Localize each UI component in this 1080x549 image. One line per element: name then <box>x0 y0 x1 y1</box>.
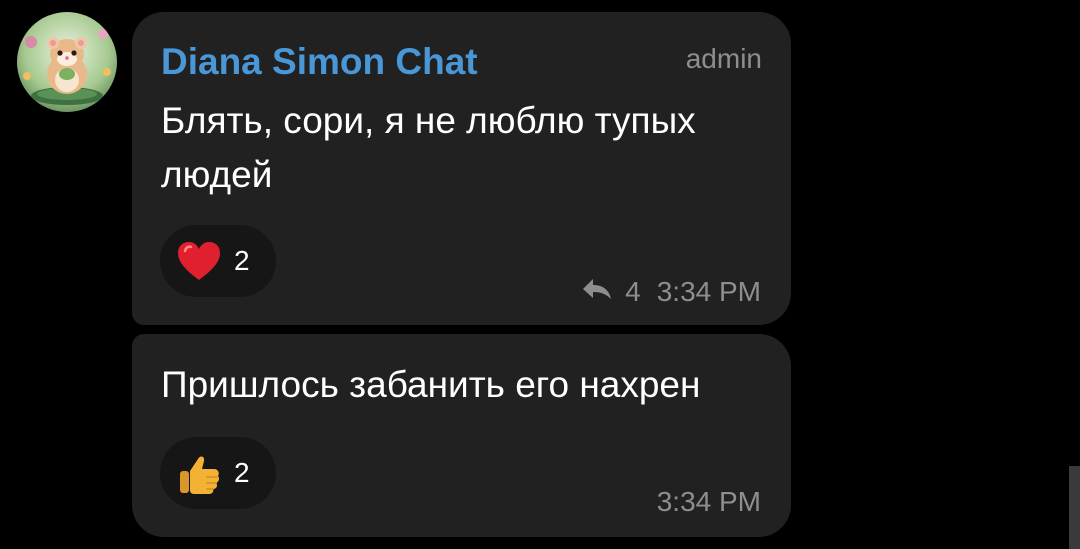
sender-name[interactable]: Diana Simon Chat <box>161 40 478 84</box>
reaction-count: 2 <box>234 457 250 488</box>
message-time: 3:34 PM <box>656 276 761 307</box>
hamster-avatar-icon <box>17 12 117 112</box>
chat-screen: Diana Simon Chat admin Блять, сори, я не… <box>0 0 1080 549</box>
message-meta: 4 3:34 PM <box>581 275 761 309</box>
message-bubble[interactable]: Diana Simon Chat admin Блять, сори, я не… <box>132 12 791 325</box>
reaction-chip-heart[interactable]: 2 <box>160 225 276 297</box>
admin-badge: admin <box>685 43 762 74</box>
message-time: 3:34 PM <box>656 486 761 517</box>
scrollbar[interactable] <box>1069 466 1080 549</box>
red-heart-icon <box>176 239 222 285</box>
thumbs-up-icon <box>176 451 222 497</box>
reply-arrow-icon[interactable] <box>581 275 613 309</box>
message-bubble[interactable]: Пришлось забанить его нахрен 2 3:34 PM <box>132 334 791 537</box>
reply-count[interactable]: 4 <box>625 275 641 309</box>
message-text: Блять, сори, я не люблю тупых людей <box>161 100 696 195</box>
reaction-count: 2 <box>234 245 250 276</box>
avatar[interactable] <box>17 12 117 112</box>
reaction-chip-thumbs-up[interactable]: 2 <box>160 437 276 509</box>
message-text: Пришлось забанить его нахрен <box>161 364 701 405</box>
message-meta: 3:34 PM <box>657 485 761 519</box>
